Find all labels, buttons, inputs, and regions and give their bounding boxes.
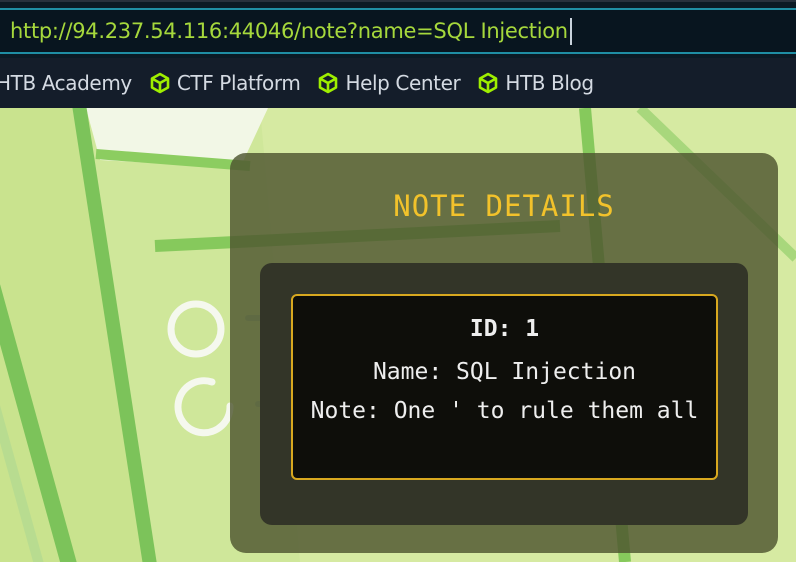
note-id: ID: 1: [469, 316, 540, 342]
browser-window: http://94.237.54.116:44046/note?name=SQL…: [0, 0, 796, 562]
note-box: ID: 1 Name: SQL Injection Note: One ' to…: [291, 294, 718, 480]
card-title: NOTE DETAILS: [393, 189, 615, 223]
address-bar: http://94.237.54.116:44046/note?name=SQL…: [0, 0, 796, 58]
text-caret: [569, 17, 572, 45]
bookmark-label: CTF Platform: [176, 71, 301, 95]
cube-icon: [149, 72, 171, 94]
bookmark-htb-blog[interactable]: HTB Blog: [477, 71, 594, 95]
bookmark-ctf-platform[interactable]: CTF Platform: [149, 71, 301, 95]
note-text: Note: One ' to rule them all: [310, 398, 699, 424]
card-inner-panel: ID: 1 Name: SQL Injection Note: One ' to…: [260, 263, 748, 525]
cube-icon: [317, 72, 339, 94]
url-input[interactable]: http://94.237.54.116:44046/note?name=SQL…: [0, 8, 796, 54]
bookmark-label: Help Center: [345, 71, 461, 95]
cube-icon: [477, 72, 499, 94]
bookmark-help-center[interactable]: Help Center: [317, 71, 461, 95]
url-text: http://94.237.54.116:44046/note?name=SQL…: [10, 19, 568, 43]
bookmark-htb-academy[interactable]: HTB Academy: [0, 71, 132, 95]
note-details-card: NOTE DETAILS ID: 1 Name: SQL Injection N…: [230, 153, 778, 553]
note-name: Name: SQL Injection: [372, 359, 637, 385]
bookmarks-toolbar: HTB Academy CTF Platform Help Center HTB…: [0, 58, 796, 108]
bookmark-label: HTB Academy: [0, 71, 132, 95]
bookmark-label: HTB Blog: [505, 71, 594, 95]
